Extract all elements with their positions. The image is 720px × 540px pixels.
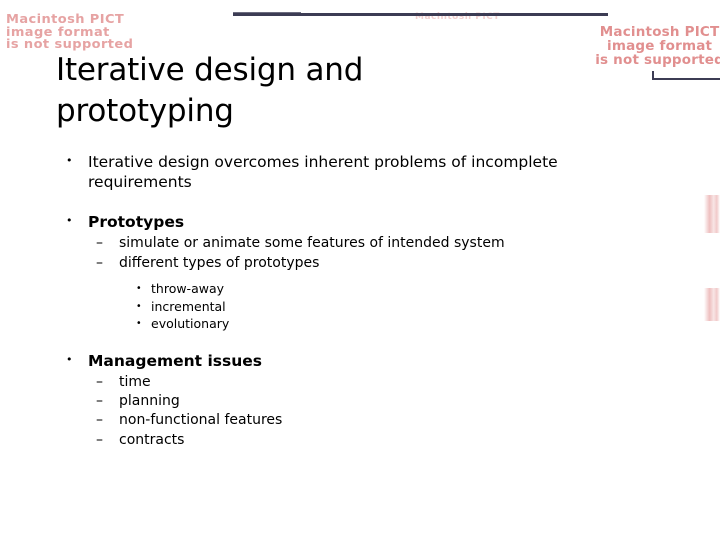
round-bullet-icon: • bbox=[66, 214, 73, 228]
bullet-item-label: planning bbox=[119, 393, 180, 409]
bullet-item-level-1: • Iterative design overcomes inherent pro… bbox=[56, 152, 666, 192]
bullet-item-label: non-functional features bbox=[119, 412, 283, 429]
decorative-rule-top-accent bbox=[233, 12, 301, 14]
bullet-item-label: throw-away bbox=[151, 281, 225, 297]
bullet-item-level-3: • throw-away bbox=[56, 280, 666, 298]
decorative-corner-bracket-horizontal bbox=[652, 78, 720, 80]
bullet-item-label: Prototypes bbox=[88, 213, 185, 232]
dash-bullet-icon: – bbox=[96, 431, 103, 448]
dash-bullet-icon: – bbox=[96, 254, 103, 271]
bullet-item-level-2: – simulate or animate some features of in… bbox=[56, 234, 666, 253]
bullet-item-level-2: – contracts bbox=[56, 431, 666, 450]
image-edge-artifact-lower bbox=[704, 288, 720, 321]
bullet-item-label: Iterative design overcomes inherent prob… bbox=[88, 153, 558, 192]
bullet-item-level-1: • Prototypes bbox=[56, 212, 666, 232]
broken-image-placeholder-right: Macintosh PICT image format is not suppo… bbox=[595, 25, 720, 68]
bullet-item-label: evolutionary bbox=[151, 316, 230, 332]
round-bullet-icon: • bbox=[136, 318, 142, 330]
bullet-item-level-2: – different types of prototypes bbox=[56, 254, 666, 273]
slide-title: Iterative design and prototyping bbox=[56, 52, 364, 129]
bullet-item-level-2: – non-functional features bbox=[56, 411, 666, 430]
bullet-item-label: incremental bbox=[151, 298, 226, 314]
bullet-item-level-3: • evolutionary bbox=[56, 315, 666, 333]
round-bullet-icon: • bbox=[136, 283, 142, 295]
round-bullet-icon: • bbox=[136, 300, 142, 312]
dash-bullet-icon: – bbox=[96, 412, 103, 429]
bullet-item-label: contracts bbox=[119, 431, 185, 448]
broken-image-placeholder-left: Macintosh PICT image format is not suppo… bbox=[6, 14, 133, 52]
bullet-item-label: simulate or animate some features of int… bbox=[119, 235, 505, 252]
pict-left-line-1: Macintosh PICT bbox=[6, 13, 125, 27]
bullet-item-level-2: – time bbox=[56, 373, 666, 392]
pict-right-line-3: is not supported bbox=[595, 52, 720, 69]
pict-right-line-1: Macintosh PICT bbox=[599, 24, 720, 40]
bullet-item-level-2: – planning bbox=[56, 392, 666, 411]
dash-bullet-icon: – bbox=[96, 373, 103, 390]
bullet-item-label: different types of prototypes bbox=[119, 254, 320, 271]
round-bullet-icon: • bbox=[66, 352, 73, 366]
bullet-item-level-1: • Management issues bbox=[56, 351, 666, 371]
dash-bullet-icon: – bbox=[96, 235, 103, 252]
round-bullet-icon: • bbox=[66, 154, 73, 167]
decorative-corner-bracket-vertical bbox=[652, 71, 654, 80]
bullet-item-label: time bbox=[119, 373, 151, 390]
image-edge-artifact-upper bbox=[704, 195, 720, 233]
bullet-item-label: Management issues bbox=[88, 351, 263, 370]
bullet-item-level-3: • incremental bbox=[56, 298, 666, 316]
dash-bullet-icon: – bbox=[96, 393, 103, 409]
slide-body: • Iterative design overcomes inherent pro… bbox=[56, 152, 666, 450]
pict-right-line-2: image format bbox=[607, 38, 713, 55]
